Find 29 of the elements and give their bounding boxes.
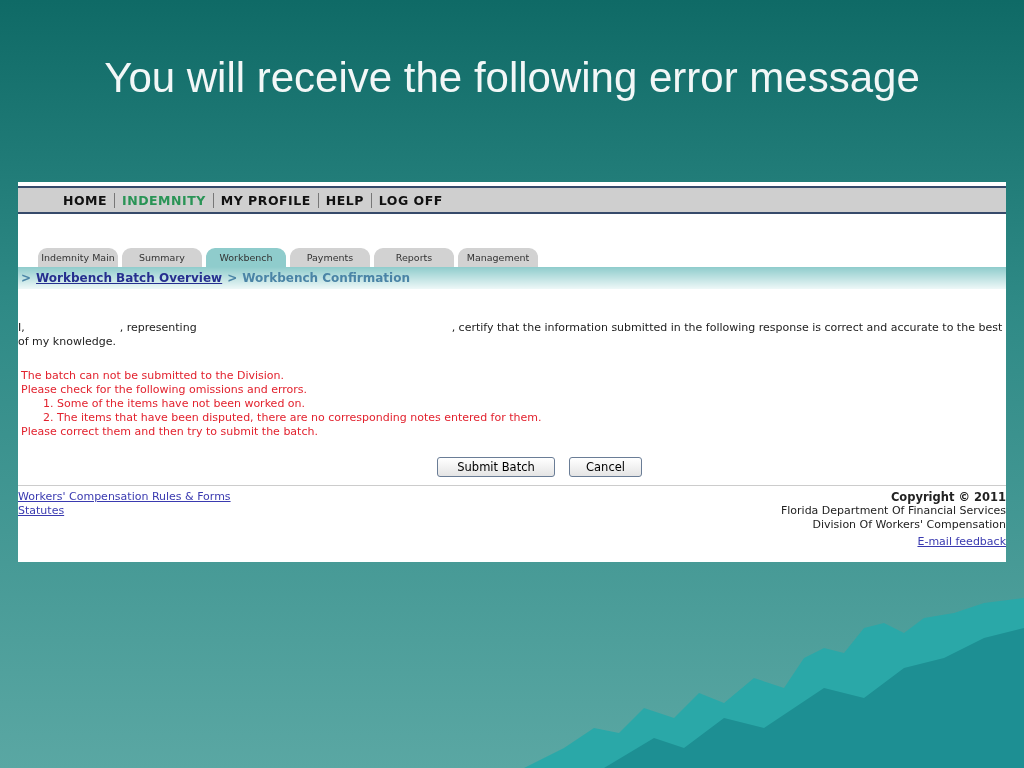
error-message-line: The batch can not be submitted to the Division. <box>21 369 286 383</box>
organization-name: Division Of Workers' Compensation <box>812 518 1006 532</box>
feedback-link[interactable]: E-mail feedback <box>917 535 1006 549</box>
breadcrumb-current: Workbench Confirmation <box>242 271 410 285</box>
footer-link[interactable]: Workers' Compensation Rules & Forms <box>18 490 231 504</box>
error-message-line: 2. The items that have been disputed, there are no corresponding notes entered for them. <box>42 411 543 425</box>
error-message-line: 1. Some of the items have not been worked on. <box>42 397 307 411</box>
tab[interactable]: Indemnity Main <box>38 248 118 267</box>
tab[interactable]: Reports <box>374 248 454 267</box>
submit-button[interactable]: Submit Batch <box>437 457 555 477</box>
tab[interactable]: Workbench <box>206 248 286 267</box>
cancel-button[interactable]: Cancel <box>569 457 642 477</box>
breadcrumb-link[interactable]: Workbench Batch Overview <box>36 271 223 285</box>
slide-title: You will receive the following error message <box>103 53 921 103</box>
organization-name: Florida Department Of Financial Services <box>780 504 1006 518</box>
error-message-line: Please correct them and then try to submit the batch. <box>21 425 319 439</box>
tab[interactable]: Management <box>458 248 538 267</box>
menu-link[interactable]: HELP <box>317 192 371 208</box>
breadcrumb-separator: > <box>21 271 32 285</box>
tab[interactable]: Summary <box>122 248 202 267</box>
error-message-line: Please check for the following omissions and errors. <box>21 383 308 397</box>
certification-text: I, , representing , certify that the information submitted in the following response is correct and accurate to the best of my knowledge. <box>18 321 1004 349</box>
copyright-text: Copyright © 2011 <box>890 490 1006 504</box>
footer-link[interactable]: Statutes <box>18 504 65 518</box>
menu-link[interactable]: MY PROFILE <box>212 192 318 208</box>
tab[interactable]: Payments <box>290 248 370 267</box>
menu-link[interactable]: LOG OFF <box>370 192 450 208</box>
breadcrumb-separator: > <box>227 271 238 285</box>
menu-link[interactable]: HOME <box>56 192 115 208</box>
